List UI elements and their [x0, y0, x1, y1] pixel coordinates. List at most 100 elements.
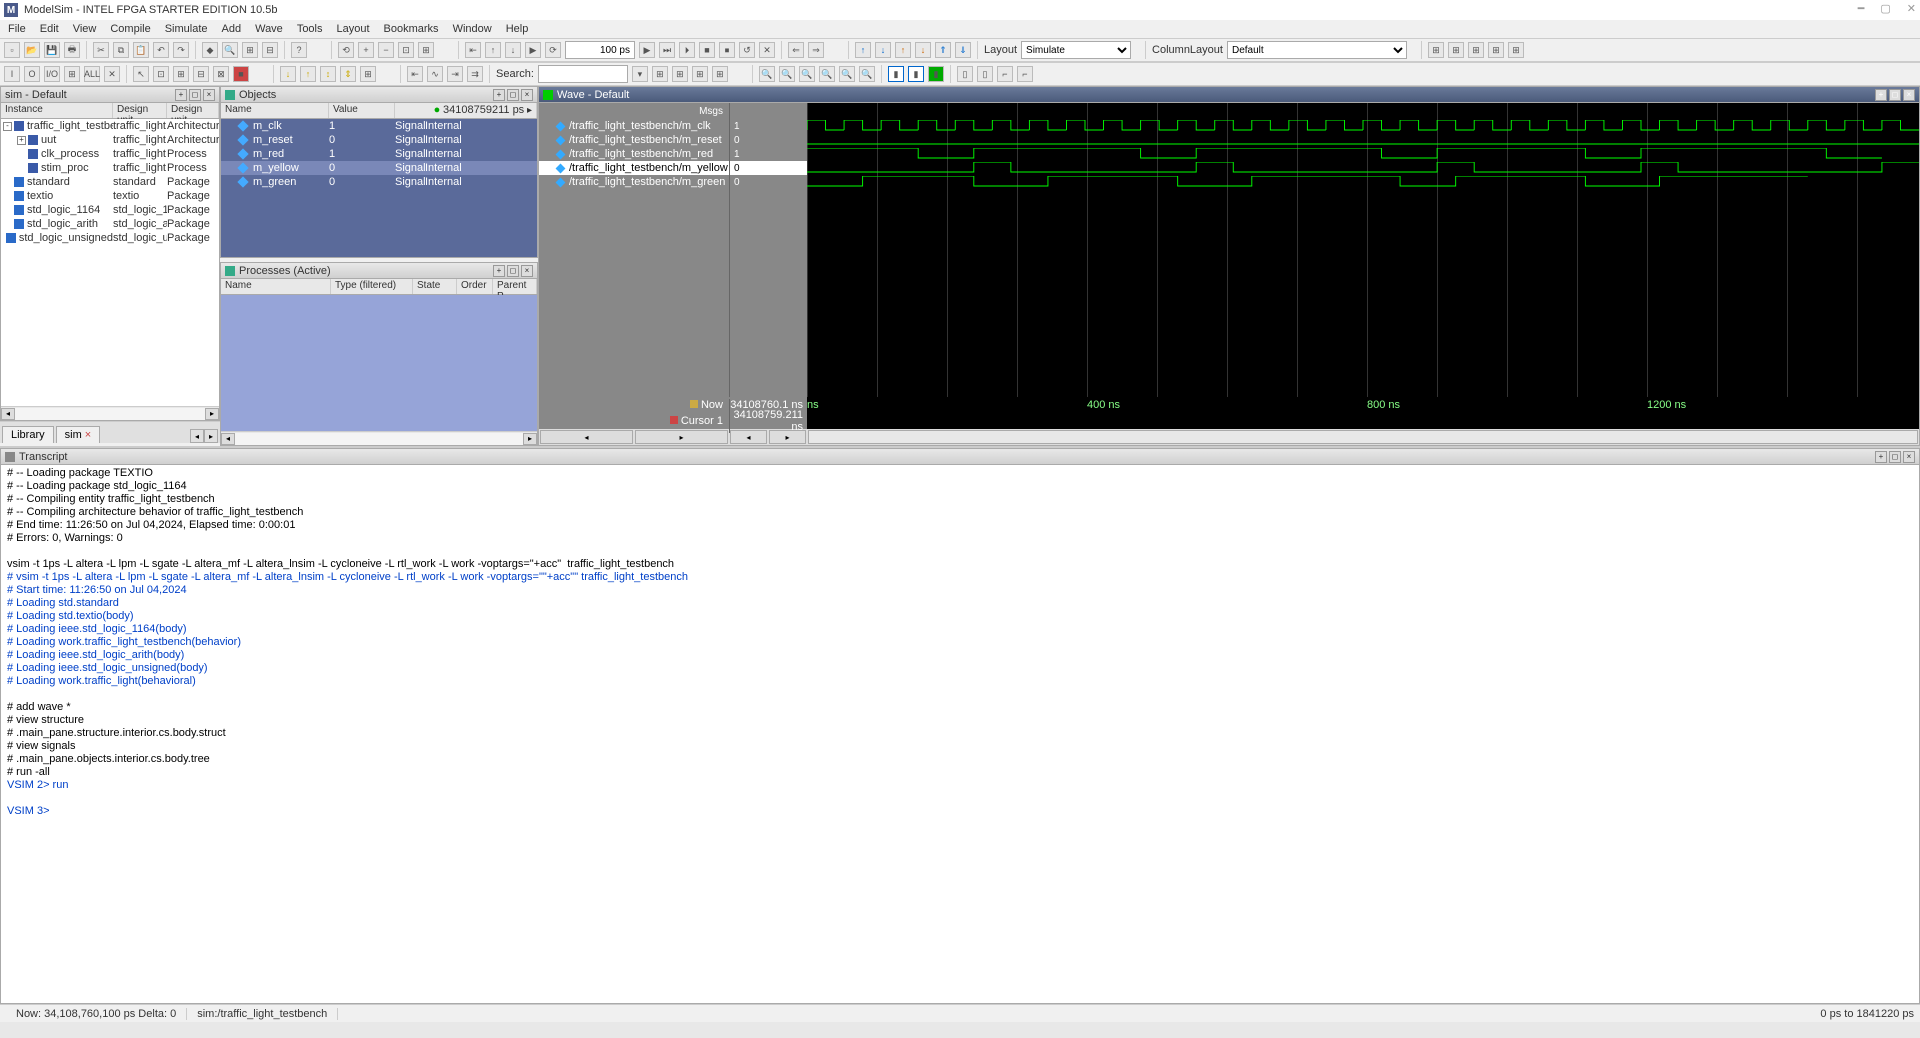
step-out-icon[interactable]: ↓: [505, 42, 521, 58]
search-opt4-icon[interactable]: ⊞: [712, 66, 728, 82]
stop-icon[interactable]: ⏹: [719, 42, 735, 58]
paste-icon[interactable]: 📋: [133, 42, 149, 58]
sim-hscroll[interactable]: ◂ ▸: [1, 406, 219, 420]
select2-icon[interactable]: ⊞: [173, 66, 189, 82]
wave6-icon[interactable]: ⇓: [955, 42, 971, 58]
find-icon[interactable]: 🔍: [222, 42, 238, 58]
run-all-icon[interactable]: ⏭: [659, 42, 675, 58]
menu-add[interactable]: Add: [222, 23, 242, 35]
disp7-icon[interactable]: ⌐: [1017, 66, 1033, 82]
menu-layout[interactable]: Layout: [337, 23, 370, 35]
obj-col-value[interactable]: Value: [329, 103, 395, 118]
object-row[interactable]: m_red1SignalInternal: [221, 147, 537, 161]
search-input[interactable]: [538, 65, 628, 83]
tree-expand-icon[interactable]: -: [3, 122, 12, 131]
edge1-icon[interactable]: ⇤: [407, 66, 423, 82]
sim-panel-title[interactable]: sim - Default + ◻ ×: [1, 87, 219, 103]
menu-simulate[interactable]: Simulate: [165, 23, 208, 35]
proc-close-icon[interactable]: ×: [521, 265, 533, 277]
column-layout-select[interactable]: Default: [1227, 41, 1407, 59]
wave3-icon[interactable]: ↑: [895, 42, 911, 58]
wave-signal-row[interactable]: /traffic_light_testbench/m_yellow: [539, 161, 729, 175]
pointer-icon[interactable]: ↖: [133, 66, 149, 82]
mode4-icon[interactable]: ⊞: [64, 66, 80, 82]
transcript-panel-title[interactable]: Transcript + ◻ ×: [1, 449, 1919, 465]
sim-tree-row[interactable]: standardstandardPackage: [1, 175, 219, 189]
undo-icon[interactable]: ↶: [153, 42, 169, 58]
close-button[interactable]: ✕: [1907, 2, 1916, 15]
menu-wave[interactable]: Wave: [255, 23, 283, 35]
search-opt3-icon[interactable]: ⊞: [692, 66, 708, 82]
sim-tree-row[interactable]: clk_processtraffic_light...Process: [1, 147, 219, 161]
cur3-icon[interactable]: ↕: [320, 66, 336, 82]
sim-col-instance[interactable]: Instance: [1, 103, 113, 118]
proc-hscroll[interactable]: ◂ ▸: [221, 431, 537, 445]
sim-max-icon[interactable]: ◻: [189, 89, 201, 101]
zoom4-icon[interactable]: 🔍: [819, 66, 835, 82]
trans-max-icon[interactable]: ◻: [1889, 451, 1901, 463]
edge4-icon[interactable]: ⇉: [467, 66, 483, 82]
mode3-icon[interactable]: I/O: [44, 66, 60, 82]
obj-max-icon[interactable]: ◻: [507, 89, 519, 101]
trans-dock-icon[interactable]: +: [1875, 451, 1887, 463]
wave-signal-row[interactable]: /traffic_light_testbench/m_green: [539, 175, 729, 189]
tabs-scroll-left-icon[interactable]: ◂: [190, 429, 204, 443]
object-row[interactable]: m_yellow0SignalInternal: [221, 161, 537, 175]
wave-close-icon[interactable]: ×: [1903, 89, 1915, 101]
search-go-icon[interactable]: ▾: [632, 66, 648, 82]
sim-tree-row[interactable]: std_logic_1164std_logic_1...Package: [1, 203, 219, 217]
zoom1-icon[interactable]: 🔍: [759, 66, 775, 82]
cur4-icon[interactable]: ⇕: [340, 66, 356, 82]
sim-dock-icon[interactable]: +: [175, 89, 187, 101]
wave-canvas[interactable]: [807, 103, 1919, 397]
object-row[interactable]: m_reset0SignalInternal: [221, 133, 537, 147]
run-length-input[interactable]: [565, 41, 635, 59]
zoom2-icon[interactable]: 🔍: [779, 66, 795, 82]
tool-x-icon[interactable]: ✕: [759, 42, 775, 58]
proc-col-state[interactable]: State: [413, 279, 457, 294]
disp5-icon[interactable]: ▯: [977, 66, 993, 82]
wave2-icon[interactable]: ↓: [875, 42, 891, 58]
wave1-icon[interactable]: ↑: [855, 42, 871, 58]
step-icon[interactable]: ⇤: [465, 42, 481, 58]
wave-dock-icon[interactable]: +: [1875, 89, 1887, 101]
help-icon[interactable]: ?: [291, 42, 307, 58]
continue-icon[interactable]: ⏵: [679, 42, 695, 58]
menu-compile[interactable]: Compile: [110, 23, 150, 35]
sim-tree-row[interactable]: std_logic_unsignedstd_logic_u...Package: [1, 231, 219, 245]
group2-icon[interactable]: ⊞: [1448, 42, 1464, 58]
layout-select[interactable]: Simulate: [1021, 41, 1131, 59]
sim-tree-row[interactable]: textiotextioPackage: [1, 189, 219, 203]
search-opt2-icon[interactable]: ⊞: [672, 66, 688, 82]
zoom5-icon[interactable]: 🔍: [839, 66, 855, 82]
wave-signal-row[interactable]: /traffic_light_testbench/m_reset: [539, 133, 729, 147]
obj-col-name[interactable]: Name: [221, 103, 329, 118]
sim-tree-row[interactable]: -traffic_light_testbe...traffic_light...…: [1, 119, 219, 133]
menu-tools[interactable]: Tools: [297, 23, 323, 35]
disp4-icon[interactable]: ▯: [957, 66, 973, 82]
objects-panel-title[interactable]: Objects + ◻ ×: [221, 87, 537, 103]
bottom-scroll[interactable]: [0, 1022, 1920, 1038]
mode2-icon[interactable]: O: [24, 66, 40, 82]
wave-panel-title[interactable]: Wave - Default + ◻ ×: [539, 87, 1919, 103]
menu-bookmarks[interactable]: Bookmarks: [384, 23, 439, 35]
tab-library[interactable]: Library: [2, 426, 54, 443]
toggle2-icon[interactable]: ⊟: [262, 42, 278, 58]
run-time-icon[interactable]: ▶: [639, 42, 655, 58]
tree-expand-icon[interactable]: +: [17, 136, 26, 145]
save-icon[interactable]: 💾: [44, 42, 60, 58]
compile-icon[interactable]: ◆: [202, 42, 218, 58]
group3-icon[interactable]: ⊞: [1468, 42, 1484, 58]
mode5-icon[interactable]: ALL: [84, 66, 100, 82]
menu-file[interactable]: File: [8, 23, 26, 35]
new-file-icon[interactable]: ▫: [4, 42, 20, 58]
menu-edit[interactable]: Edit: [40, 23, 59, 35]
tabs-scroll-right-icon[interactable]: ▸: [204, 429, 218, 443]
cursor-prev-icon[interactable]: ⇐: [788, 42, 804, 58]
mode6-icon[interactable]: ✕: [104, 66, 120, 82]
select4-icon[interactable]: ⊠: [213, 66, 229, 82]
proc-col-order[interactable]: Order: [457, 279, 493, 294]
object-row[interactable]: m_green0SignalInternal: [221, 175, 537, 189]
redo-icon[interactable]: ↷: [173, 42, 189, 58]
proc-max-icon[interactable]: ◻: [507, 265, 519, 277]
